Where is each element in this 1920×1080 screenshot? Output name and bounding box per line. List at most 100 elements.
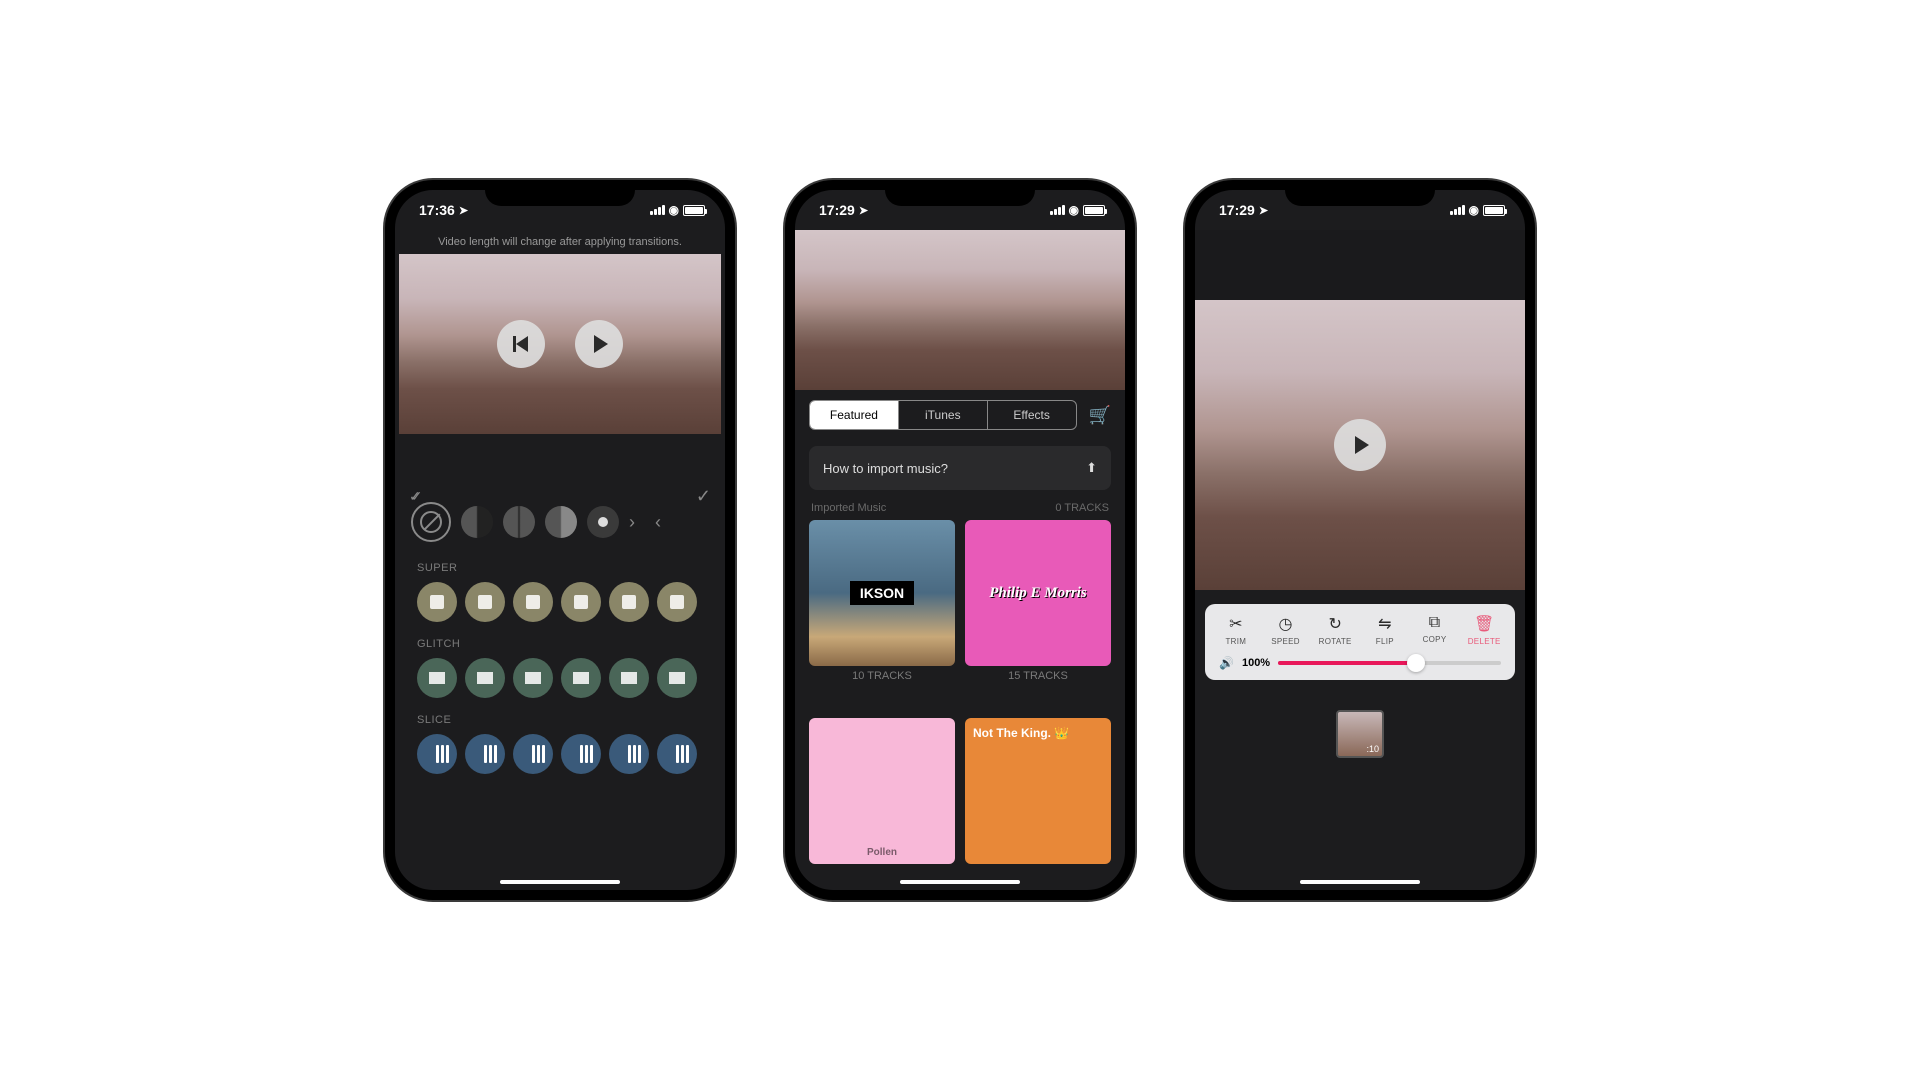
tab-effects[interactable]: Effects xyxy=(987,401,1076,429)
chevron-left-icon[interactable]: ‹ xyxy=(655,512,661,533)
apply-all-icon[interactable]: ✓✓ xyxy=(409,488,412,505)
slider-thumb[interactable] xyxy=(1407,654,1425,672)
hint-text: Video length will change after applying … xyxy=(395,230,725,254)
imported-count: 0 TRACKS xyxy=(1055,502,1109,514)
super-effect[interactable] xyxy=(417,582,457,622)
copy-tool[interactable]: ⧉COPY xyxy=(1410,614,1460,646)
slice-effect[interactable] xyxy=(657,734,697,774)
tab-featured[interactable]: Featured xyxy=(810,401,898,429)
none-transition[interactable] xyxy=(411,502,451,542)
play-icon xyxy=(1355,436,1369,454)
status-time: 17:29 xyxy=(819,202,855,218)
album-item[interactable]: Philip E Morris 15 TRACKS xyxy=(965,520,1111,708)
album-item[interactable]: IKSON 10 TRACKS xyxy=(809,520,955,708)
music-grid: IKSON 10 TRACKS Philip E Morris 15 TRACK… xyxy=(795,520,1125,890)
trim-tool[interactable]: ✂TRIM xyxy=(1211,614,1261,646)
trash-icon: 🗑 xyxy=(1474,614,1494,634)
screen: 17:29➤ ◉ ✂TRIM ◷SPEED ↻ROTATE ⇋FLIP ⧉COP… xyxy=(1195,190,1525,890)
glitch-effect[interactable] xyxy=(513,658,553,698)
import-prompt: How to import music? xyxy=(823,461,948,476)
speed-tool[interactable]: ◷SPEED xyxy=(1261,614,1311,646)
phone-mockup-transitions: 17:36➤ ◉ Video length will change after … xyxy=(385,180,735,900)
status-indicators: ◉ xyxy=(1050,203,1105,217)
clip-thumbnail[interactable]: :10 xyxy=(1336,710,1384,758)
slice-effect[interactable] xyxy=(465,734,505,774)
track-count: 10 TRACKS xyxy=(809,670,955,682)
album-item[interactable]: Not The King. 👑 xyxy=(965,718,1111,890)
album-art: Pollen xyxy=(809,718,955,864)
volume-value: 100% xyxy=(1242,657,1270,669)
gauge-icon: ◷ xyxy=(1279,614,1293,634)
scissors-icon: ✂ xyxy=(1229,614,1242,634)
glitch-effect[interactable] xyxy=(561,658,601,698)
super-effect[interactable] xyxy=(513,582,553,622)
slice-effect[interactable] xyxy=(513,734,553,774)
super-effect[interactable] xyxy=(561,582,601,622)
previous-button[interactable] xyxy=(497,320,545,368)
volume-slider[interactable] xyxy=(1278,661,1501,665)
album-art: IKSON xyxy=(809,520,955,666)
notch xyxy=(485,180,635,206)
slice-label: SLICE xyxy=(417,714,703,726)
phone-mockup-music: 17:29➤ ◉ Featured iTunes Effects 🛒 How t… xyxy=(785,180,1135,900)
transition-thumb[interactable] xyxy=(461,506,493,538)
glitch-effect[interactable] xyxy=(609,658,649,698)
slice-effect[interactable] xyxy=(609,734,649,774)
super-effects-row xyxy=(417,582,703,622)
volume-icon: 🔊 xyxy=(1219,656,1234,670)
clip-toolbar: ✂TRIM ◷SPEED ↻ROTATE ⇋FLIP ⧉COPY 🗑DELETE… xyxy=(1205,604,1515,680)
top-bar-dimmed xyxy=(1195,230,1525,300)
import-help-bar[interactable]: How to import music? ⬆ xyxy=(809,446,1111,490)
screen: 17:36➤ ◉ Video length will change after … xyxy=(395,190,725,890)
play-button[interactable] xyxy=(1334,419,1386,471)
play-button[interactable] xyxy=(575,320,623,368)
status-indicators: ◉ xyxy=(1450,203,1505,217)
transition-thumb[interactable] xyxy=(587,506,619,538)
transition-thumb[interactable] xyxy=(503,506,535,538)
status-indicators: ◉ xyxy=(650,203,705,217)
slice-effect[interactable] xyxy=(561,734,601,774)
flip-tool[interactable]: ⇋FLIP xyxy=(1360,614,1410,646)
notch xyxy=(885,180,1035,206)
status-time: 17:36 xyxy=(419,202,455,218)
album-item[interactable]: Pollen xyxy=(809,718,955,890)
super-effect[interactable] xyxy=(609,582,649,622)
imported-label: Imported Music xyxy=(811,502,886,514)
super-effect[interactable] xyxy=(657,582,697,622)
timeline: :10 xyxy=(1195,680,1525,788)
glitch-effects-row xyxy=(417,658,703,698)
music-tabs: Featured iTunes Effects 🛒 xyxy=(795,390,1125,440)
screen: 17:29➤ ◉ Featured iTunes Effects 🛒 How t… xyxy=(795,190,1125,890)
glitch-effect[interactable] xyxy=(417,658,457,698)
chevron-right-icon[interactable]: › xyxy=(629,512,635,533)
rotate-tool[interactable]: ↻ROTATE xyxy=(1310,614,1360,646)
play-icon xyxy=(594,335,608,353)
home-indicator[interactable] xyxy=(900,880,1020,884)
clip-duration: :10 xyxy=(1366,744,1379,754)
imported-meta: Imported Music 0 TRACKS xyxy=(795,496,1125,520)
glitch-effect[interactable] xyxy=(657,658,697,698)
cart-icon[interactable]: 🛒 xyxy=(1089,405,1111,426)
transition-thumb[interactable] xyxy=(545,506,577,538)
video-preview xyxy=(1195,300,1525,590)
import-icon: ⬆ xyxy=(1086,460,1097,476)
album-art: Philip E Morris xyxy=(965,520,1111,666)
slice-effects-row xyxy=(417,734,703,774)
location-icon: ➤ xyxy=(1259,204,1268,217)
glitch-effect[interactable] xyxy=(465,658,505,698)
flip-icon: ⇋ xyxy=(1378,614,1391,634)
video-preview xyxy=(795,230,1125,390)
track-count: 15 TRACKS xyxy=(965,670,1111,682)
slice-effect[interactable] xyxy=(417,734,457,774)
delete-tool[interactable]: 🗑DELETE xyxy=(1459,614,1509,646)
phone-mockup-edit: 17:29➤ ◉ ✂TRIM ◷SPEED ↻ROTATE ⇋FLIP ⧉COP… xyxy=(1185,180,1535,900)
super-effect[interactable] xyxy=(465,582,505,622)
confirm-icon[interactable]: ✓ xyxy=(696,486,711,507)
super-label: SUPER xyxy=(417,562,703,574)
video-preview xyxy=(399,254,721,434)
home-indicator[interactable] xyxy=(1300,880,1420,884)
basic-transitions-row: ✓✓ ✓ › ‹ xyxy=(395,494,725,550)
home-indicator[interactable] xyxy=(500,880,620,884)
tab-itunes[interactable]: iTunes xyxy=(898,401,987,429)
album-art: Not The King. 👑 xyxy=(965,718,1111,864)
